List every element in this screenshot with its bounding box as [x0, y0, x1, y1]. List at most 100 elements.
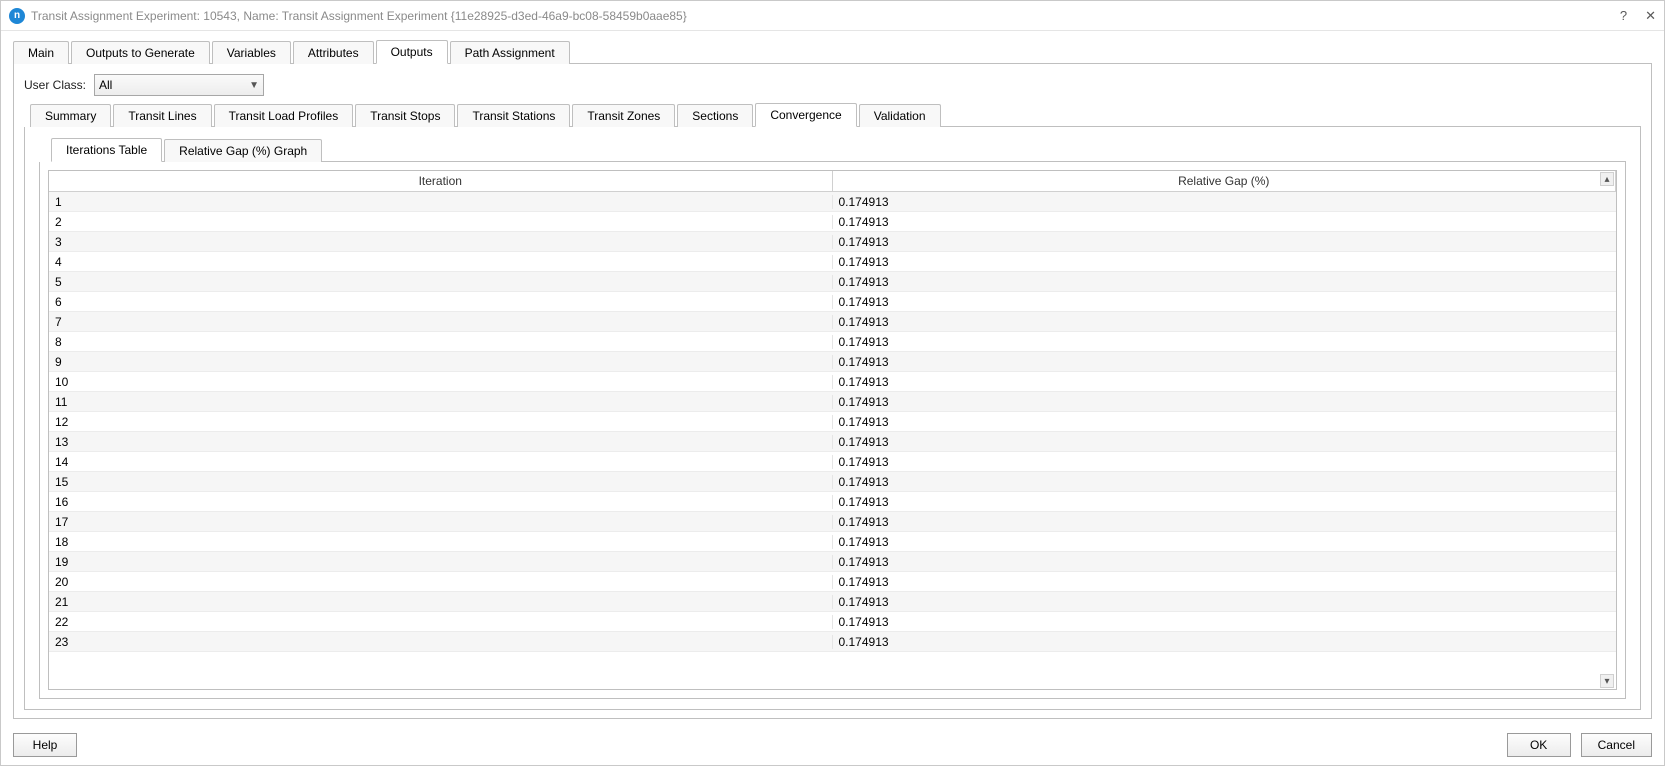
cell-relative-gap: 0.174913 [833, 315, 1617, 329]
sub-tabs: SummaryTransit LinesTransit Load Profile… [30, 102, 1641, 127]
cell-relative-gap: 0.174913 [833, 375, 1617, 389]
table-row[interactable]: 80.174913 [49, 332, 1616, 352]
cell-relative-gap: 0.174913 [833, 235, 1617, 249]
cell-relative-gap: 0.174913 [833, 475, 1617, 489]
table-row[interactable]: 100.174913 [49, 372, 1616, 392]
tab-path-assignment[interactable]: Path Assignment [450, 41, 570, 64]
cell-iteration: 3 [49, 235, 833, 249]
cell-iteration: 17 [49, 515, 833, 529]
subtab-transit-stations[interactable]: Transit Stations [457, 104, 570, 127]
table-row[interactable]: 170.174913 [49, 512, 1616, 532]
cell-iteration: 7 [49, 315, 833, 329]
table-row[interactable]: 180.174913 [49, 532, 1616, 552]
subtab-transit-stops[interactable]: Transit Stops [355, 104, 455, 127]
cell-iteration: 16 [49, 495, 833, 509]
cell-relative-gap: 0.174913 [833, 595, 1617, 609]
subtab-validation[interactable]: Validation [859, 104, 941, 127]
iterations-table: Iteration Relative Gap (%) ▴ 10.17491320… [48, 170, 1617, 690]
top-tabs: MainOutputs to GenerateVariablesAttribut… [13, 39, 1652, 64]
user-class-label: User Class: [24, 78, 86, 92]
chevron-down-icon: ▼ [249, 80, 259, 91]
table-row[interactable]: 150.174913 [49, 472, 1616, 492]
cancel-button[interactable]: Cancel [1581, 733, 1652, 757]
user-class-value: All [99, 78, 112, 92]
cell-iteration: 4 [49, 255, 833, 269]
table-row[interactable]: 50.174913 [49, 272, 1616, 292]
table-row[interactable]: 10.174913 [49, 192, 1616, 212]
innertab-relative-gap-graph[interactable]: Relative Gap (%) Graph [164, 139, 322, 162]
table-row[interactable]: 200.174913 [49, 572, 1616, 592]
cell-iteration: 19 [49, 555, 833, 569]
subtab-convergence[interactable]: Convergence [755, 103, 856, 127]
cell-relative-gap: 0.174913 [833, 555, 1617, 569]
column-header-iteration[interactable]: Iteration [49, 171, 833, 191]
table-row[interactable]: 210.174913 [49, 592, 1616, 612]
cell-iteration: 8 [49, 335, 833, 349]
table-row[interactable]: 30.174913 [49, 232, 1616, 252]
cell-iteration: 2 [49, 215, 833, 229]
close-icon[interactable]: ✕ [1645, 8, 1656, 24]
table-row[interactable]: 120.174913 [49, 412, 1616, 432]
title-bar: n Transit Assignment Experiment: 10543, … [1, 1, 1664, 31]
iterations-table-panel: Iteration Relative Gap (%) ▴ 10.17491320… [39, 162, 1626, 699]
subtab-sections[interactable]: Sections [677, 104, 753, 127]
table-row[interactable]: 60.174913 [49, 292, 1616, 312]
cell-relative-gap: 0.174913 [833, 575, 1617, 589]
cell-relative-gap: 0.174913 [833, 215, 1617, 229]
column-header-relative-gap[interactable]: Relative Gap (%) [833, 171, 1617, 191]
cell-iteration: 14 [49, 455, 833, 469]
cell-iteration: 10 [49, 375, 833, 389]
table-header: Iteration Relative Gap (%) ▴ [49, 171, 1616, 192]
table-rows-scroll[interactable]: 10.17491320.17491330.17491340.17491350.1… [49, 192, 1616, 689]
cell-relative-gap: 0.174913 [833, 535, 1617, 549]
dialog-window: n Transit Assignment Experiment: 10543, … [0, 0, 1665, 766]
help-icon[interactable]: ? [1620, 8, 1627, 24]
table-row[interactable]: 90.174913 [49, 352, 1616, 372]
table-row[interactable]: 160.174913 [49, 492, 1616, 512]
table-row[interactable]: 110.174913 [49, 392, 1616, 412]
cell-relative-gap: 0.174913 [833, 615, 1617, 629]
cell-relative-gap: 0.174913 [833, 355, 1617, 369]
innertab-iterations-table[interactable]: Iterations Table [51, 138, 162, 162]
user-class-select[interactable]: All ▼ [94, 74, 264, 96]
cell-iteration: 23 [49, 635, 833, 649]
content-area: MainOutputs to GenerateVariablesAttribut… [1, 31, 1664, 725]
scroll-up-icon[interactable]: ▴ [1600, 172, 1614, 186]
table-row[interactable]: 220.174913 [49, 612, 1616, 632]
ok-button[interactable]: OK [1507, 733, 1571, 757]
tab-outputs[interactable]: Outputs [376, 40, 448, 64]
cell-iteration: 22 [49, 615, 833, 629]
window-title: Transit Assignment Experiment: 10543, Na… [31, 9, 1620, 23]
table-row[interactable]: 140.174913 [49, 452, 1616, 472]
table-row[interactable]: 20.174913 [49, 212, 1616, 232]
tab-variables[interactable]: Variables [212, 41, 291, 64]
subtab-summary[interactable]: Summary [30, 104, 111, 127]
help-button[interactable]: Help [13, 733, 77, 757]
cell-iteration: 18 [49, 535, 833, 549]
dialog-footer: Help OK Cancel [1, 725, 1664, 765]
app-icon: n [9, 8, 25, 24]
tab-main[interactable]: Main [13, 41, 69, 64]
table-row[interactable]: 70.174913 [49, 312, 1616, 332]
cell-iteration: 6 [49, 295, 833, 309]
table-row[interactable]: 40.174913 [49, 252, 1616, 272]
table-row[interactable]: 230.174913 [49, 632, 1616, 652]
subtab-transit-zones[interactable]: Transit Zones [572, 104, 675, 127]
user-class-row: User Class: All ▼ [24, 74, 1641, 96]
tab-outputs-to-generate[interactable]: Outputs to Generate [71, 41, 210, 64]
scroll-down-icon[interactable]: ▾ [1600, 674, 1614, 688]
tab-attributes[interactable]: Attributes [293, 41, 374, 64]
cell-iteration: 15 [49, 475, 833, 489]
convergence-panel: Iterations TableRelative Gap (%) Graph I… [24, 127, 1641, 710]
table-row[interactable]: 190.174913 [49, 552, 1616, 572]
subtab-transit-lines[interactable]: Transit Lines [113, 104, 211, 127]
table-row[interactable]: 130.174913 [49, 432, 1616, 452]
cell-relative-gap: 0.174913 [833, 415, 1617, 429]
cell-relative-gap: 0.174913 [833, 195, 1617, 209]
inner-tabs: Iterations TableRelative Gap (%) Graph [51, 137, 1626, 162]
cell-relative-gap: 0.174913 [833, 395, 1617, 409]
subtab-transit-load-profiles[interactable]: Transit Load Profiles [214, 104, 354, 127]
cell-iteration: 5 [49, 275, 833, 289]
cell-relative-gap: 0.174913 [833, 275, 1617, 289]
cell-relative-gap: 0.174913 [833, 335, 1617, 349]
